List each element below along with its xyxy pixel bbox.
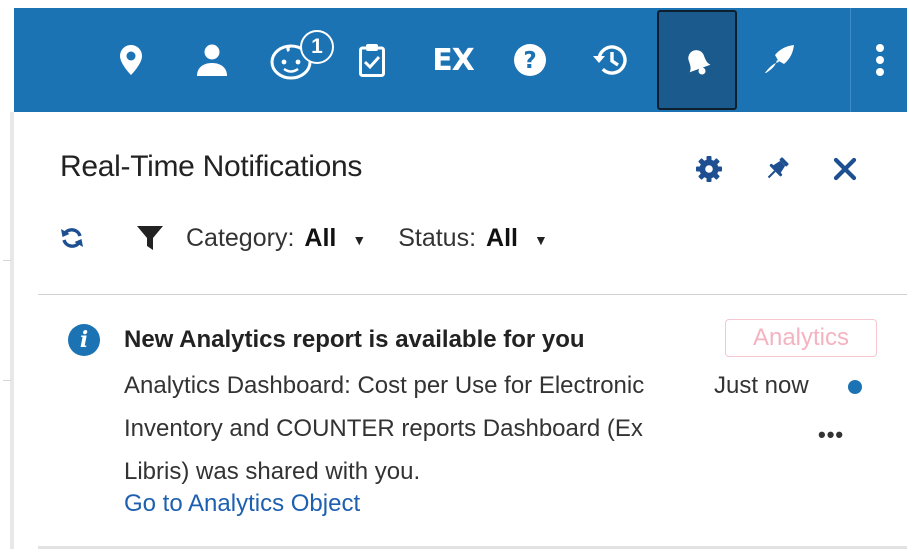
category-value: All bbox=[304, 223, 337, 252]
pin-icon[interactable] bbox=[762, 154, 792, 184]
notification-title: New Analytics report is available for yo… bbox=[124, 326, 585, 353]
notification-body: Analytics Dashboard: Cost per Use for El… bbox=[124, 372, 645, 485]
category-filter-dropdown[interactable]: Category: All ▼ bbox=[186, 224, 366, 253]
notifications-panel: Real-Time Notifications Category: All ▼ … bbox=[14, 112, 907, 549]
top-toolbar: 1 EX ? bbox=[14, 8, 907, 112]
close-icon[interactable] bbox=[830, 154, 860, 184]
divider bbox=[38, 294, 907, 295]
notification-item[interactable]: i New Analytics report is available for … bbox=[38, 312, 907, 547]
location-icon[interactable] bbox=[114, 8, 148, 112]
background-divider bbox=[3, 260, 11, 261]
notification-time: Just now bbox=[714, 372, 809, 399]
background-page-edge bbox=[0, 0, 14, 549]
filter-icon[interactable] bbox=[136, 225, 164, 251]
category-tag: Analytics bbox=[725, 319, 877, 357]
toolbar-divider bbox=[850, 8, 851, 112]
status-label: Status: bbox=[398, 223, 477, 252]
notification-count-badge: 1 bbox=[300, 30, 334, 64]
ex-libris-label: EX bbox=[432, 42, 475, 78]
background-divider bbox=[3, 380, 11, 381]
settings-gear-icon[interactable] bbox=[694, 154, 724, 184]
help-icon[interactable]: ? bbox=[510, 8, 550, 112]
status-value: All bbox=[486, 223, 518, 252]
ex-libris-icon[interactable]: EX bbox=[428, 8, 478, 112]
more-actions-icon[interactable]: ••• bbox=[818, 422, 844, 448]
status-filter-dropdown[interactable]: Status: All ▼ bbox=[398, 224, 548, 253]
chevron-down-icon: ▼ bbox=[533, 232, 548, 248]
bell-icon[interactable] bbox=[657, 10, 737, 110]
chevron-down-icon: ▼ bbox=[352, 232, 367, 248]
user-icon[interactable] bbox=[192, 8, 232, 112]
filter-bar: Category: All ▼ Status: All ▼ bbox=[60, 220, 548, 256]
category-label: Category: bbox=[186, 223, 295, 252]
unread-dot-icon[interactable] bbox=[848, 380, 862, 394]
launch-icon[interactable] bbox=[758, 8, 802, 112]
svg-text:?: ? bbox=[523, 48, 536, 74]
info-icon: i bbox=[68, 324, 100, 356]
history-icon[interactable] bbox=[588, 8, 632, 112]
panel-title: Real-Time Notifications bbox=[60, 150, 363, 183]
go-to-analytics-link[interactable]: Go to Analytics Object bbox=[124, 490, 360, 518]
more-vertical-icon[interactable] bbox=[866, 8, 894, 112]
refresh-icon[interactable] bbox=[60, 226, 84, 250]
clipboard-check-icon[interactable] bbox=[354, 8, 390, 112]
